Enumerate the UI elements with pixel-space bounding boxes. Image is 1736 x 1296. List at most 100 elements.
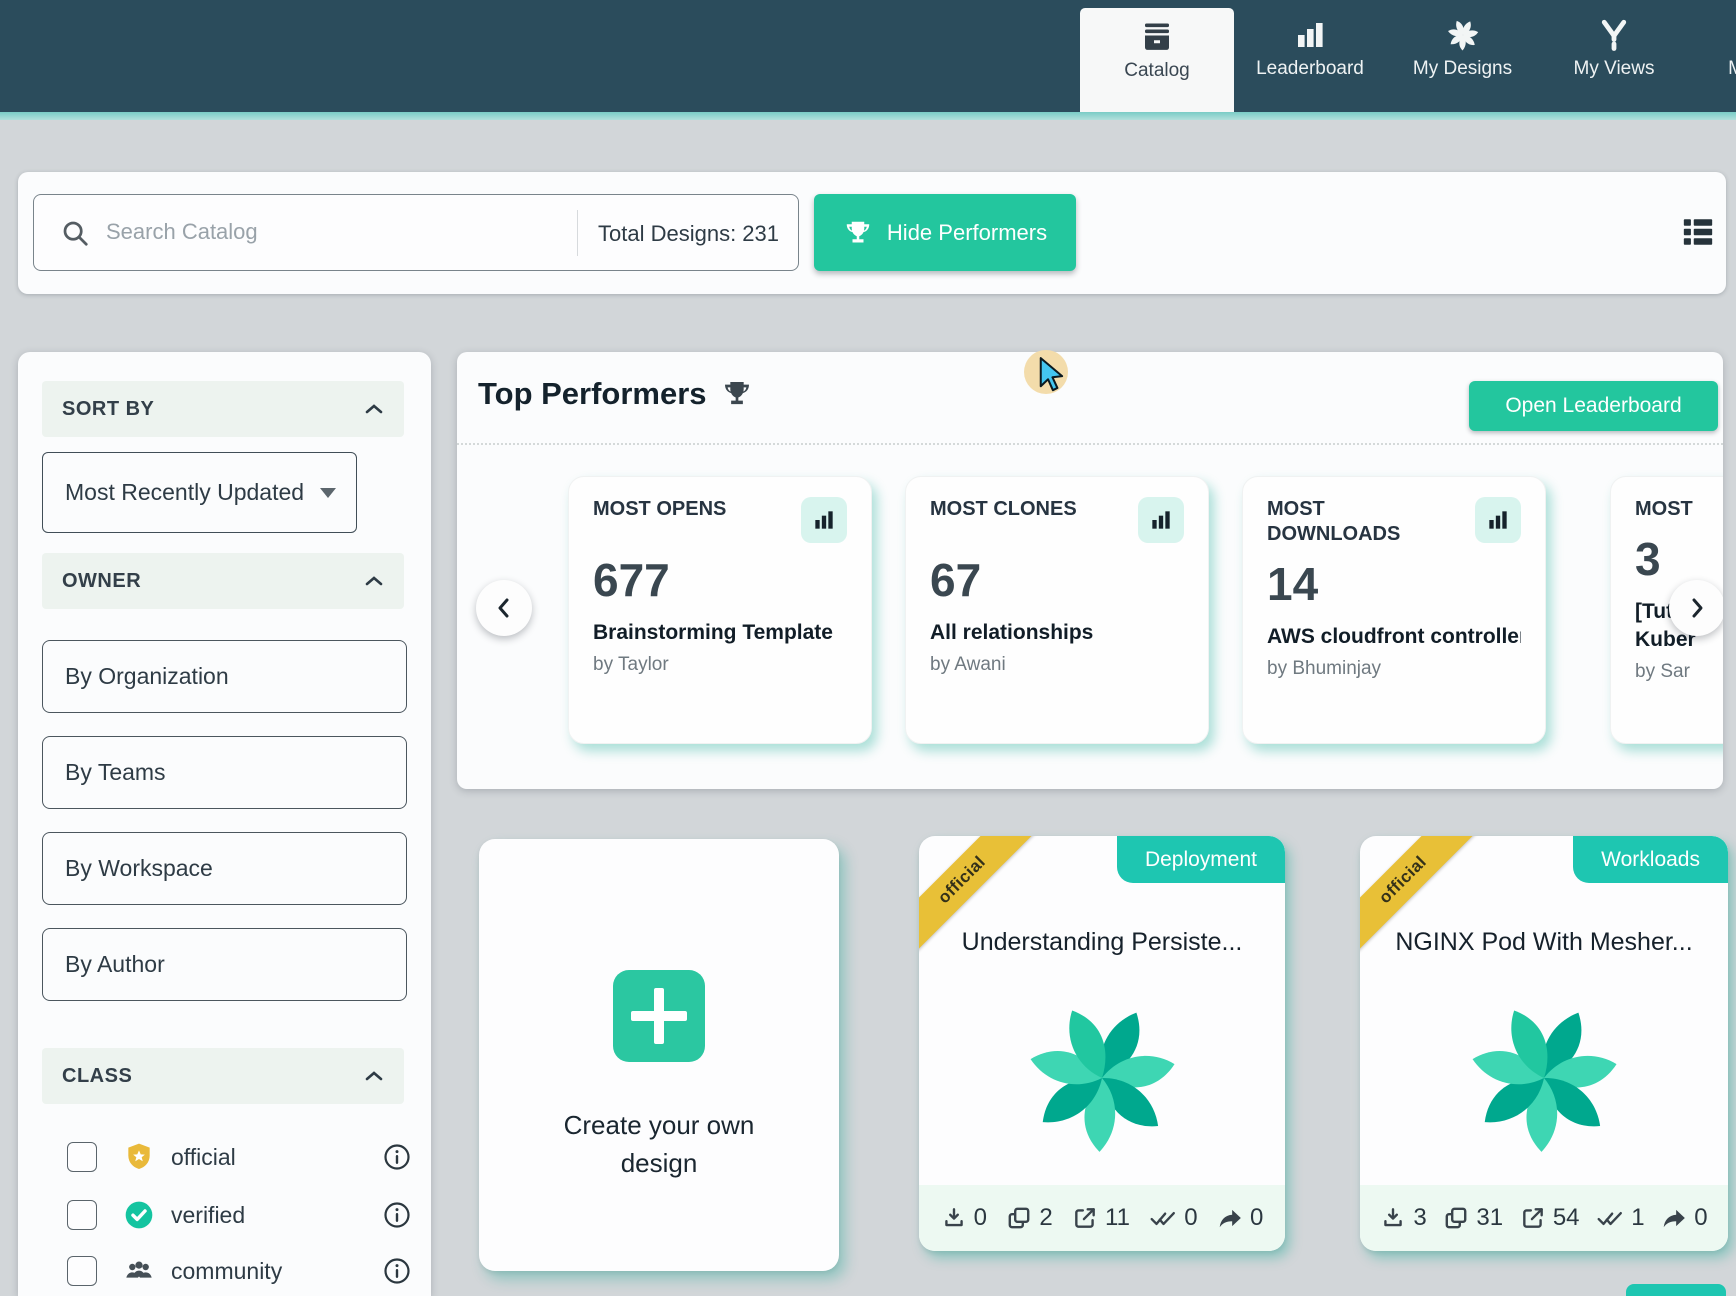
owner-title: OWNER: [62, 570, 141, 593]
clones-stat: 31: [1443, 1204, 1503, 1232]
shares-count: 0: [1694, 1204, 1707, 1232]
community-label: community: [171, 1258, 282, 1285]
owner-section-header[interactable]: OWNER: [42, 553, 404, 609]
design-author: by Bhuminjay: [1267, 658, 1521, 680]
search-box: Total Designs: 231: [33, 194, 799, 271]
tab-partial[interactable]: M: [1706, 0, 1736, 112]
metric-value: 67: [930, 553, 1184, 607]
carousel-prev-button[interactable]: [476, 580, 532, 636]
sort-by-select[interactable]: Most Recently Updated: [42, 452, 357, 533]
performer-card-most-opens[interactable]: MOST OPENS 677 Brainstorming Template by…: [568, 476, 872, 744]
catalog-icon: [1139, 18, 1175, 56]
design-author: by Awani: [930, 654, 1184, 676]
community-checkbox[interactable]: [67, 1256, 97, 1286]
filter-by-author-button[interactable]: By Author: [42, 928, 407, 1001]
deploys-count: 0: [1184, 1204, 1197, 1232]
double-check-icon: [1596, 1205, 1624, 1231]
downloads-stat: 3: [1380, 1204, 1426, 1232]
tab-my-views-label: My Views: [1574, 58, 1655, 80]
design-name: AWS cloudfront controller: [1267, 625, 1521, 649]
filter-by-teams-button[interactable]: By Teams: [42, 736, 407, 809]
metric-label: MOST: [1635, 497, 1693, 522]
tab-my-views[interactable]: My Views: [1539, 0, 1689, 112]
design-title: NGINX Pod With Mesher...: [1360, 928, 1728, 957]
catalog-toolbar: Total Designs: 231 Hide Performers: [18, 172, 1726, 294]
design-title: Understanding Persiste...: [919, 928, 1285, 957]
tab-catalog-label: Catalog: [1124, 60, 1190, 82]
verified-badge-icon: [123, 1199, 155, 1231]
community-people-icon: [123, 1255, 155, 1287]
search-icon: [60, 218, 90, 248]
design-stats-bar: 3 31 54 1 0: [1360, 1185, 1728, 1251]
info-icon[interactable]: [383, 1201, 411, 1229]
clones-count: 31: [1476, 1204, 1503, 1232]
tab-my-designs[interactable]: My Designs: [1386, 0, 1539, 112]
tab-leaderboard-label: Leaderboard: [1256, 58, 1364, 80]
metric-label: MOST CLONES: [930, 497, 1077, 522]
sort-by-section-header[interactable]: SORT BY: [42, 381, 404, 437]
hide-performers-label: Hide Performers: [887, 220, 1047, 246]
plus-icon[interactable]: [613, 970, 705, 1062]
filter-by-organization-button[interactable]: By Organization: [42, 640, 407, 713]
filter-sidebar: SORT BY Most Recently Updated OWNER By O…: [18, 352, 431, 1296]
open-external-icon: [1072, 1205, 1098, 1231]
bar-chart-icon: [801, 497, 847, 543]
opens-count: 54: [1553, 1204, 1580, 1232]
chevron-up-icon: [364, 574, 384, 588]
clone-icon: [1443, 1205, 1469, 1231]
metric-value: 14: [1267, 557, 1521, 611]
tab-leaderboard[interactable]: Leaderboard: [1234, 0, 1386, 112]
info-icon[interactable]: [383, 1257, 411, 1285]
list-view-icon[interactable]: [1681, 215, 1715, 249]
design-name: Brainstorming Template: [593, 621, 847, 645]
meshery-logo-icon: [1445, 16, 1481, 54]
opens-stat: 54: [1520, 1204, 1580, 1232]
class-title: CLASS: [62, 1065, 132, 1088]
share-arrow-icon: [1661, 1205, 1687, 1231]
create-design-label: Create your own design: [479, 1107, 839, 1182]
type-badge: Workloads: [1573, 836, 1728, 883]
kanvas-icon: [1596, 16, 1632, 54]
performer-card-most-downloads[interactable]: MOST DOWNLOADS 14 AWS cloudfront control…: [1242, 476, 1546, 744]
performer-card-most-clones[interactable]: MOST CLONES 67 All relationships by Awan…: [905, 476, 1209, 744]
trophy-icon: [843, 218, 873, 248]
verified-checkbox[interactable]: [67, 1200, 97, 1230]
opens-count: 11: [1105, 1204, 1130, 1232]
create-design-card[interactable]: Create your own design: [479, 839, 839, 1271]
leaderboard-icon: [1292, 16, 1328, 54]
chevron-up-icon: [364, 402, 384, 416]
navbar-accent-strip: [0, 112, 1736, 120]
design-name: All relationships: [930, 621, 1184, 645]
search-input[interactable]: [106, 196, 546, 268]
verified-label: verified: [171, 1202, 245, 1229]
deploys-count: 1: [1631, 1204, 1644, 1232]
deploys-stat: 0: [1149, 1204, 1197, 1232]
tab-catalog[interactable]: Catalog: [1080, 8, 1234, 112]
official-label: official: [171, 1144, 236, 1171]
metric-label: MOST OPENS: [593, 497, 726, 522]
sort-by-value: Most Recently Updated: [65, 479, 304, 506]
carousel-next-button[interactable]: [1669, 580, 1723, 636]
chevron-left-icon: [494, 596, 514, 620]
top-navbar: Catalog Leaderboard: [0, 0, 1736, 112]
official-checkbox[interactable]: [67, 1142, 97, 1172]
open-external-icon: [1520, 1205, 1546, 1231]
top-performers-panel: Top Performers Open Leaderboard MOST OPE…: [457, 352, 1723, 789]
top-performers-header: Top Performers: [478, 376, 753, 412]
sort-by-title: SORT BY: [62, 398, 154, 421]
design-card-understanding-persistent[interactable]: Deployment official Understanding Persis…: [919, 836, 1285, 1251]
tab-partial-label: M: [1728, 58, 1736, 80]
open-leaderboard-button[interactable]: Open Leaderboard: [1469, 381, 1718, 431]
opens-stat: 11: [1072, 1204, 1130, 1232]
info-icon[interactable]: [383, 1143, 411, 1171]
metric-label: MOST DOWNLOADS: [1267, 497, 1452, 547]
hide-performers-button[interactable]: Hide Performers: [814, 194, 1076, 271]
filter-by-workspace-button[interactable]: By Workspace: [42, 832, 407, 905]
tab-my-designs-label: My Designs: [1413, 58, 1512, 80]
download-icon: [941, 1205, 967, 1231]
design-card-nginx-pod[interactable]: Workloads official NGINX Pod With Mesher…: [1360, 836, 1728, 1251]
downloads-stat: 0: [941, 1204, 987, 1232]
clones-count: 2: [1039, 1204, 1052, 1232]
class-section-header[interactable]: CLASS: [42, 1048, 404, 1104]
design-author: by Sar: [1635, 661, 1723, 683]
